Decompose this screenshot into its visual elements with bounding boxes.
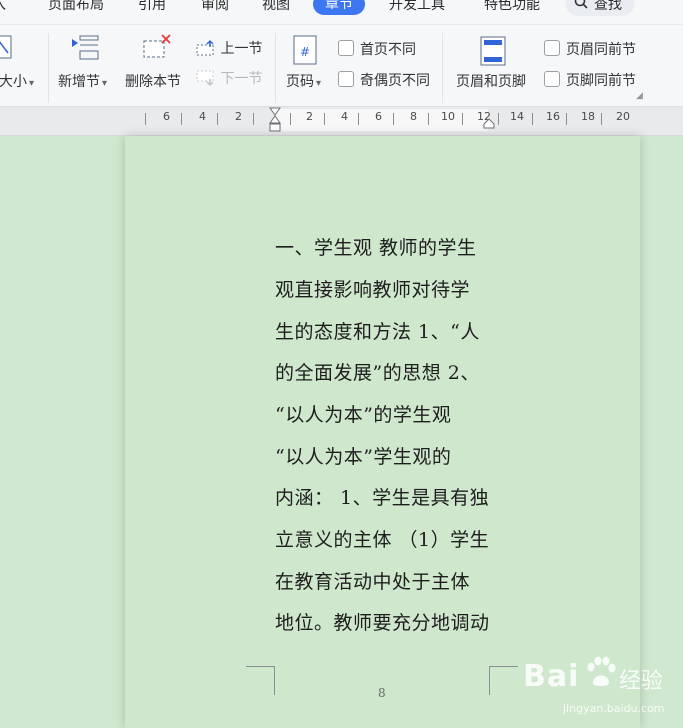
document-line: 在教育活动中处于主体 xyxy=(275,571,471,593)
new-section-icon xyxy=(70,33,104,67)
tab-special[interactable]: 特色功能 xyxy=(484,0,540,14)
footer-same-as-previous-checkbox[interactable]: 页脚同前节 xyxy=(544,70,636,90)
tab-page-layout[interactable]: 页面布局 xyxy=(48,0,104,14)
search-label: 查找 xyxy=(594,0,622,13)
document-line: 的全面发展”的思想 2、 xyxy=(275,362,480,384)
ruler-label: 16 xyxy=(546,110,560,123)
wps-writer-window: 入 页面布局 引用 审阅 视图 章节 开发工具 特色功能 查找 xyxy=(0,0,683,728)
prev-section-button[interactable]: 上一节 xyxy=(196,38,262,60)
checkbox-box xyxy=(338,40,354,56)
ribbon-tab-bar: 入 页面布局 引用 审阅 视图 章节 开发工具 特色功能 查找 xyxy=(0,0,683,25)
ruler-label: 4 xyxy=(341,110,348,123)
ruler-tick xyxy=(217,113,218,125)
checkbox-box xyxy=(338,71,354,87)
watermark-url: jingyan.baidu.com xyxy=(563,702,665,715)
ruler-label: 2 xyxy=(235,110,242,123)
watermark-suffix: 经验 xyxy=(619,669,664,694)
search-icon xyxy=(574,0,588,13)
left-indent-marker[interactable] xyxy=(269,107,281,137)
ruler-label: 8 xyxy=(410,110,417,123)
header-footer-button[interactable]: 页眉和页脚 xyxy=(456,71,526,91)
checkbox-box xyxy=(544,40,560,56)
tab-developer[interactable]: 开发工具 xyxy=(389,0,445,14)
ruler-tick xyxy=(601,113,602,125)
right-indent-marker[interactable] xyxy=(483,115,495,134)
ruler-label: 14 xyxy=(510,110,524,123)
ruler-label: 18 xyxy=(581,110,595,123)
size-icon xyxy=(0,35,14,65)
document-page[interactable] xyxy=(125,136,640,728)
ruler-label: 20 xyxy=(616,110,630,123)
ruler-label: 6 xyxy=(163,110,170,123)
document-line: 立意义的主体 （1）学生 xyxy=(275,529,490,551)
document-line: 观直接影响教师对待学 xyxy=(275,279,471,301)
ruler-tick xyxy=(566,113,567,125)
size-button[interactable]: 大小 ▾ xyxy=(0,71,34,91)
next-section-icon xyxy=(196,70,220,90)
odd-even-different-checkbox[interactable]: 奇偶页不同 xyxy=(338,70,430,90)
tab-view[interactable]: 视图 xyxy=(262,0,290,14)
ruler-tick xyxy=(532,113,533,125)
page-number-button[interactable]: 页码 ▾ xyxy=(286,71,321,91)
divider xyxy=(442,33,443,103)
document-line: 地位。教师要充分地调动 xyxy=(275,612,490,634)
watermark-brand: Bai xyxy=(523,659,580,694)
tab-review[interactable]: 审阅 xyxy=(201,0,229,14)
ruler-label: 10 xyxy=(441,110,455,123)
header-footer-icon xyxy=(480,36,506,70)
ruler-label: 4 xyxy=(199,110,206,123)
document-line: 生的态度和方法 1、“人 xyxy=(275,321,480,343)
svg-text:#: # xyxy=(300,45,310,59)
delete-section-icon xyxy=(140,33,174,67)
ruler-tick xyxy=(462,113,463,125)
next-section-button[interactable]: 下一节 xyxy=(196,68,262,90)
page-number: 8 xyxy=(378,686,386,700)
crop-mark xyxy=(246,666,275,695)
ruler-tick xyxy=(290,113,291,125)
divider xyxy=(275,33,276,103)
ruler-tick xyxy=(181,113,182,125)
first-page-different-checkbox[interactable]: 首页不同 xyxy=(338,39,416,59)
ruler-tick xyxy=(498,113,499,125)
tab-insert[interactable]: 入 xyxy=(0,0,6,14)
ruler-tick xyxy=(145,113,146,125)
tab-references[interactable]: 引用 xyxy=(138,0,166,14)
document-line: 一、学生观 教师的学生 xyxy=(275,237,477,259)
ruler-tick xyxy=(393,113,394,125)
delete-section-button[interactable]: 删除本节 xyxy=(125,71,181,91)
section-toolbar: 大小 ▾ 新增节 ▾ 删除本节 上一节 下一节 # 页码 ▾ 首页不同 奇偶页不… xyxy=(0,25,683,107)
checkbox-box xyxy=(544,71,560,87)
baidu-jingyan-watermark: Bai 经验 jingyan.baidu.com xyxy=(523,655,683,728)
divider xyxy=(48,33,49,103)
ruler-tick xyxy=(324,113,325,125)
document-line: “以人为本”的学生观 xyxy=(275,404,452,426)
prev-section-icon xyxy=(196,40,220,60)
ruler-tick xyxy=(253,113,254,125)
document-line: “以人为本”学生观的 xyxy=(275,446,452,468)
ruler-label: 2 xyxy=(306,110,313,123)
document-line: 内涵： 1、学生是具有独 xyxy=(275,487,490,509)
crop-mark xyxy=(489,666,518,695)
tab-section[interactable]: 章节 xyxy=(313,0,365,15)
new-section-button[interactable]: 新增节 ▾ xyxy=(58,71,107,91)
ruler-label: 6 xyxy=(375,110,382,123)
search-button[interactable]: 查找 xyxy=(566,0,634,16)
header-same-as-previous-checkbox[interactable]: 页眉同前节 xyxy=(544,39,636,59)
page-number-icon: # xyxy=(292,35,318,69)
group-expand-icon[interactable]: ◢ xyxy=(636,91,643,101)
ruler-tick xyxy=(358,113,359,125)
horizontal-ruler[interactable]: 6 4 2 2 4 6 8 10 12 14 16 18 20 xyxy=(0,107,683,136)
ruler-tick xyxy=(428,113,429,125)
paw-icon xyxy=(583,655,617,693)
